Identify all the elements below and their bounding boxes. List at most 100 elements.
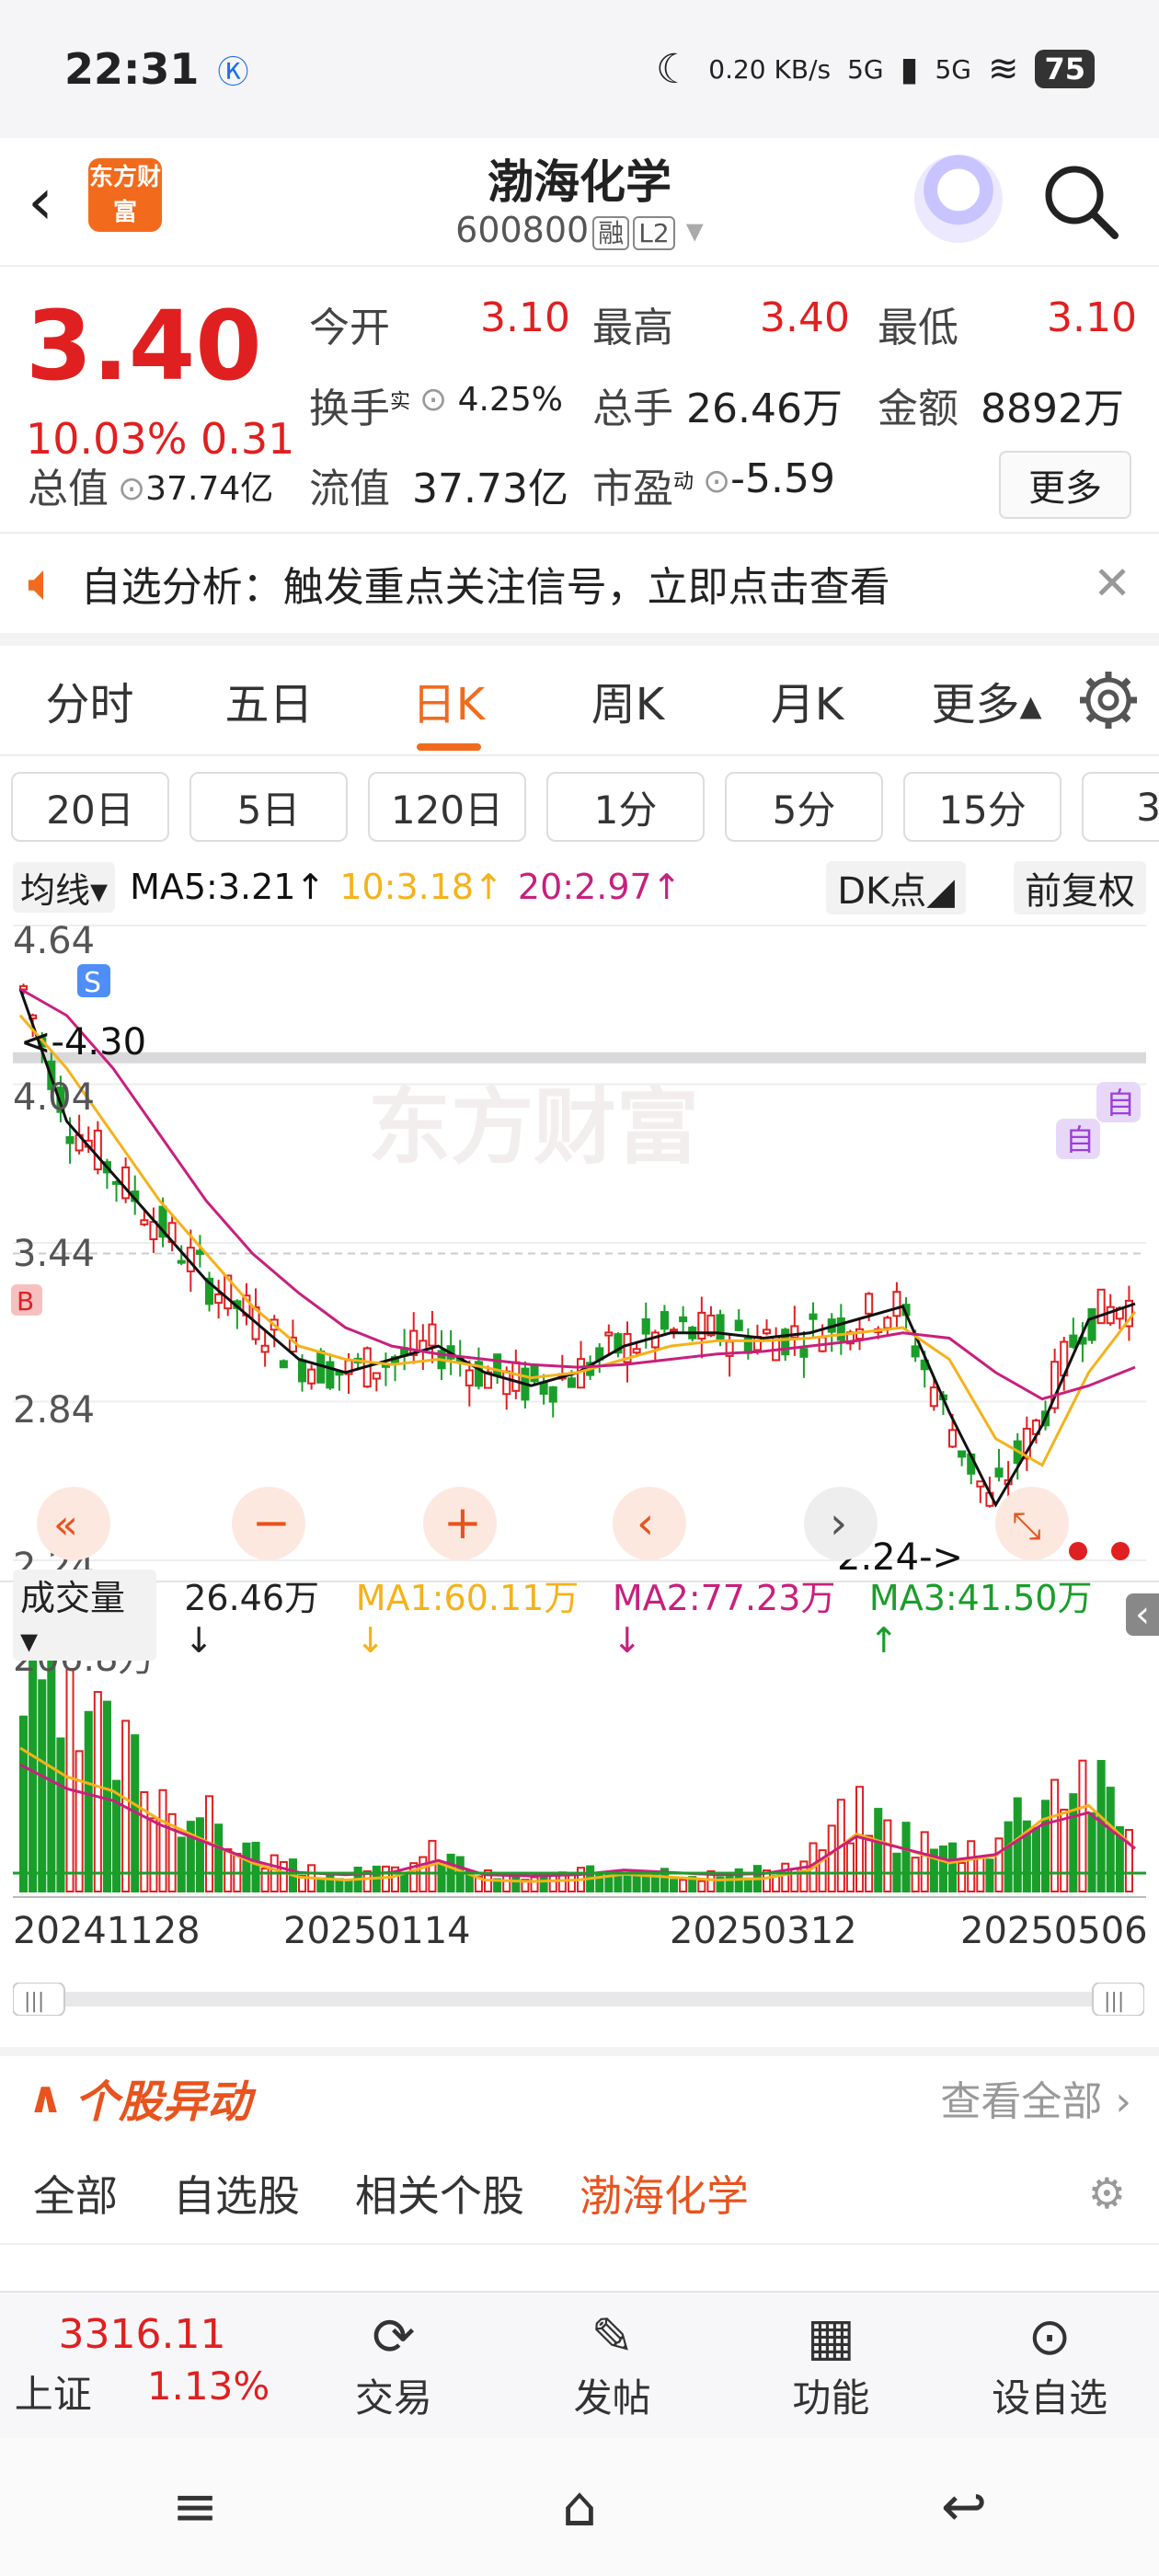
volume-bar-110 [1041,1800,1050,1893]
volume-bar-65 [623,1872,632,1893]
volume-bar-103 [976,1857,985,1893]
double-left-icon: « [53,1501,78,1548]
stock-code: 600800 [455,210,590,250]
mktcap-label: 总值 [28,466,109,512]
y-tick-top: 4.64 [13,920,95,962]
subtab-all[interactable]: 全部 [33,2163,118,2224]
candle-body-31 [307,1368,316,1385]
turnover-value: ⊙ 4.25% [419,381,563,419]
volume-bar-89 [845,1842,855,1892]
tab-yuek[interactable]: 月K [717,668,897,732]
volume-bar-7 [84,1710,93,1892]
ma-selector[interactable]: 均线▾ [13,861,116,913]
post-button[interactable]: ✎ 发帖 [503,2293,722,2438]
svg-text:|||: ||| [1104,1990,1124,2013]
net-speed: 0.20 KB/s [708,53,832,85]
info-circle-icon: ⊙ [419,381,448,419]
index-quote[interactable]: 3316.11 上证 1.13% [0,2293,284,2438]
plus-icon: + [443,1496,482,1549]
x-tick-4: 20250506 [960,1910,1148,1952]
candle-body-71 [679,1316,688,1323]
change-amount: 0.31 [201,414,295,464]
robot-assistant-icon[interactable] [914,155,1003,243]
candle-body-13 [140,1219,149,1225]
menu-icon[interactable]: ≡ [172,2475,218,2539]
wifi-icon: ≋ [987,48,1019,90]
search-icon[interactable] [1039,160,1122,243]
float-value: 37.73亿 [412,466,568,512]
period-15m[interactable]: 15分 [903,772,1061,842]
period-120d[interactable]: 120日 [368,772,526,842]
x-tick-3: 20250312 [670,1910,857,1952]
tab-wuri[interactable]: 五日 [179,668,359,732]
index-pct: 1.13% [146,2363,270,2409]
volume-bars-group [19,1651,1133,1893]
gear-icon[interactable] [1076,668,1141,732]
volume-bar-33 [326,1872,335,1893]
stock-movement-section: ∧ 个股异动 查看全部 › [0,2047,1159,2139]
subtab-watchlist[interactable]: 自选股 [173,2163,300,2224]
tab-fenshi[interactable]: 分时 [0,668,179,732]
quote-panel: 3.40 10.03% 0.31 今开 3.10 最高 3.40 最低 3.10… [0,267,1159,534]
period-5m[interactable]: 5分 [725,772,883,842]
tab-zhouk[interactable]: 周K [538,668,717,732]
subtab-stock[interactable]: 渤海化学 [580,2163,749,2224]
candle-body-8 [93,1129,102,1171]
float-label: 流值 [309,466,390,512]
stock-header: ‹ 东方财富 渤海化学 600800 融 L2 ▾ [0,138,1159,267]
turnover-sup: 实 [390,390,411,414]
view-all-label: 查看全部 [940,2078,1103,2125]
candle-body-105 [994,1467,1004,1478]
tab-rik[interactable]: 日K [359,668,538,732]
volume-bar-55 [530,1876,539,1893]
period-1m[interactable]: 1分 [546,772,705,842]
trade-button[interactable]: ⟳ 交易 [284,2293,503,2438]
candle-body-17 [177,1259,186,1264]
volume-bar-59 [567,1872,576,1892]
volume-bar-99 [938,1845,947,1893]
back-icon[interactable]: ↩ [941,2475,987,2539]
candle-body-30 [298,1359,307,1383]
kline-chart-area[interactable]: 东方财富 4.64 4.04 3.44 2.84 2.24 <-4.30 2.2… [0,916,1159,2112]
current-price: 3.40 [26,290,262,402]
status-time: 22:31 [64,44,200,94]
volume-bar-35 [344,1880,353,1892]
add-watch-button[interactable]: ⊙ 设自选 [940,2293,1159,2438]
collapse-arrow-icon[interactable]: ‹ [1126,1593,1159,1636]
volume-label: 总手 [592,385,673,432]
volume-selector[interactable]: 成交量 ▾ [13,1569,157,1661]
chevron-up-icon[interactable]: ∧ [28,2072,63,2123]
volume-bar-107 [1013,1797,1022,1893]
period-20d[interactable]: 20日 [11,772,169,842]
y-tick-3: 3.44 [13,1233,95,1275]
view-all-link[interactable]: 查看全部 › [940,2068,1131,2127]
more-button[interactable]: 更多 [999,451,1131,519]
chart-scrollbar[interactable]: ||| ||| [13,1983,1144,2016]
function-button[interactable]: ▦ 功能 [722,2293,941,2438]
candle-body-117 [1106,1305,1115,1325]
subtab-gear-icon[interactable]: ⚙ [1088,2168,1126,2218]
candle-body-94 [892,1291,901,1317]
volume-bar-101 [958,1861,967,1892]
dk-button[interactable]: DK点◢ [826,861,966,914]
adjust-button[interactable]: 前复权 [1014,861,1146,914]
volume-bar-14 [149,1817,158,1893]
close-icon[interactable]: ✕ [1093,557,1131,610]
candle-body-96 [911,1345,920,1358]
x-tick-1: 20241128 [13,1910,201,1952]
ma-selector-label: 均线 [20,869,91,911]
subtab-related[interactable]: 相关个股 [355,2163,524,2224]
home-icon[interactable]: ⌂ [562,2475,597,2539]
period-5d[interactable]: 5日 [189,772,348,842]
candle-body-73 [697,1311,706,1340]
notice-bar[interactable]: 🔈︎ 自选分析：触发重点关注信号，立即点击查看 ✕ [0,534,1159,646]
tab-more[interactable]: 更多▴ [897,668,1076,732]
period-30m[interactable]: 30 [1082,772,1159,842]
notice-text: 自选分析：触发重点关注信号，立即点击查看 [80,564,890,611]
kline-svg[interactable]: 东方财富 4.64 4.04 3.44 2.84 2.24 <-4.30 2.2… [0,916,1159,2112]
volume-bar-17 [177,1836,186,1893]
candle-body-80 [763,1328,772,1335]
candle-body-57 [548,1386,557,1403]
volume-selector-label: 成交量 [20,1577,126,1618]
volume-bar-71 [679,1879,688,1892]
